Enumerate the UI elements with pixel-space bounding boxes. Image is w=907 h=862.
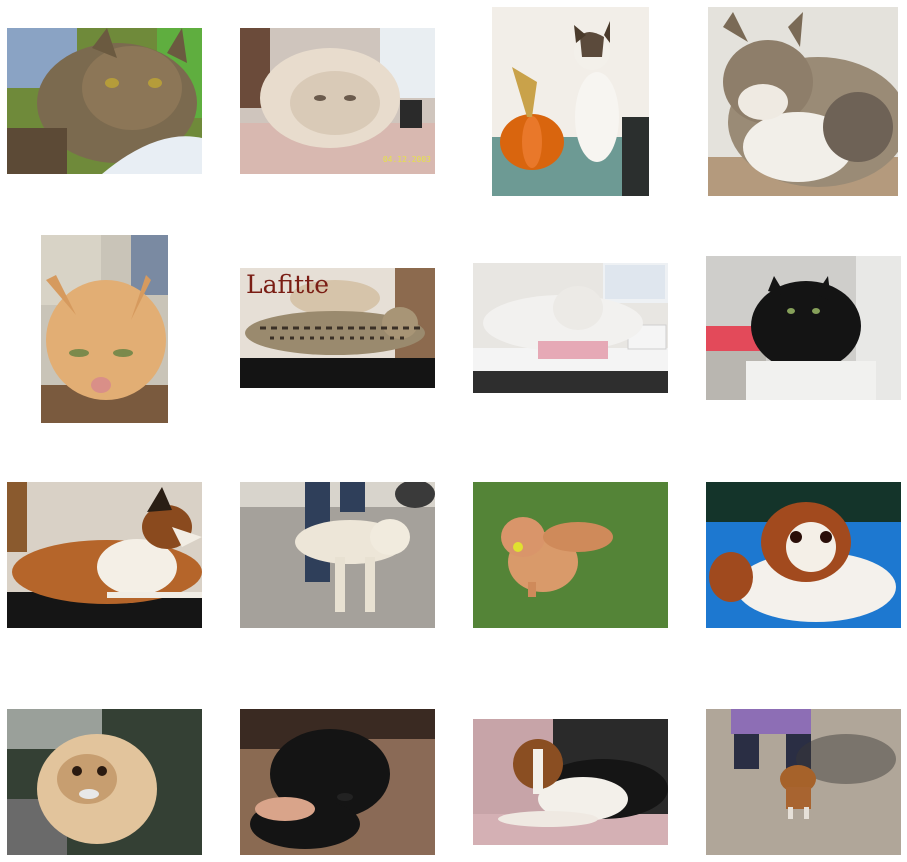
photo-cat-fluffy-persian: 04.12.2003 (240, 28, 435, 174)
photo-cat-orange-closeup (41, 235, 168, 423)
photo-cat-bengal-lafitte: Lafitte (240, 268, 435, 388)
photo-date-stamp: 04.12.2003 (382, 155, 431, 164)
photo-dog-black-puppy-held (240, 709, 435, 855)
photo-grid: 04.12.2003 Lafitte (0, 0, 907, 862)
photo-dog-sheltie-lying (7, 482, 202, 628)
photo-dog-golden-ball-grass (473, 482, 668, 628)
photo-dog-yellow-lab-puppy (240, 482, 435, 628)
photo-dog-japanese-chin (706, 482, 901, 628)
photo-cat-tabby-green-bed (7, 28, 202, 174)
photo-cat-black-litter (706, 256, 901, 400)
photo-dog-small-gravel (706, 709, 901, 855)
photo-cat-kitten-pumpkin (492, 7, 649, 196)
photo-cat-longhair-sleeping (708, 7, 898, 196)
photo-cat-white-desk (473, 263, 668, 393)
photo-dog-pekingese-lap (7, 709, 202, 855)
photo-name-caption: Lafitte (246, 270, 330, 299)
photo-dog-beagle-blanket (473, 719, 668, 845)
